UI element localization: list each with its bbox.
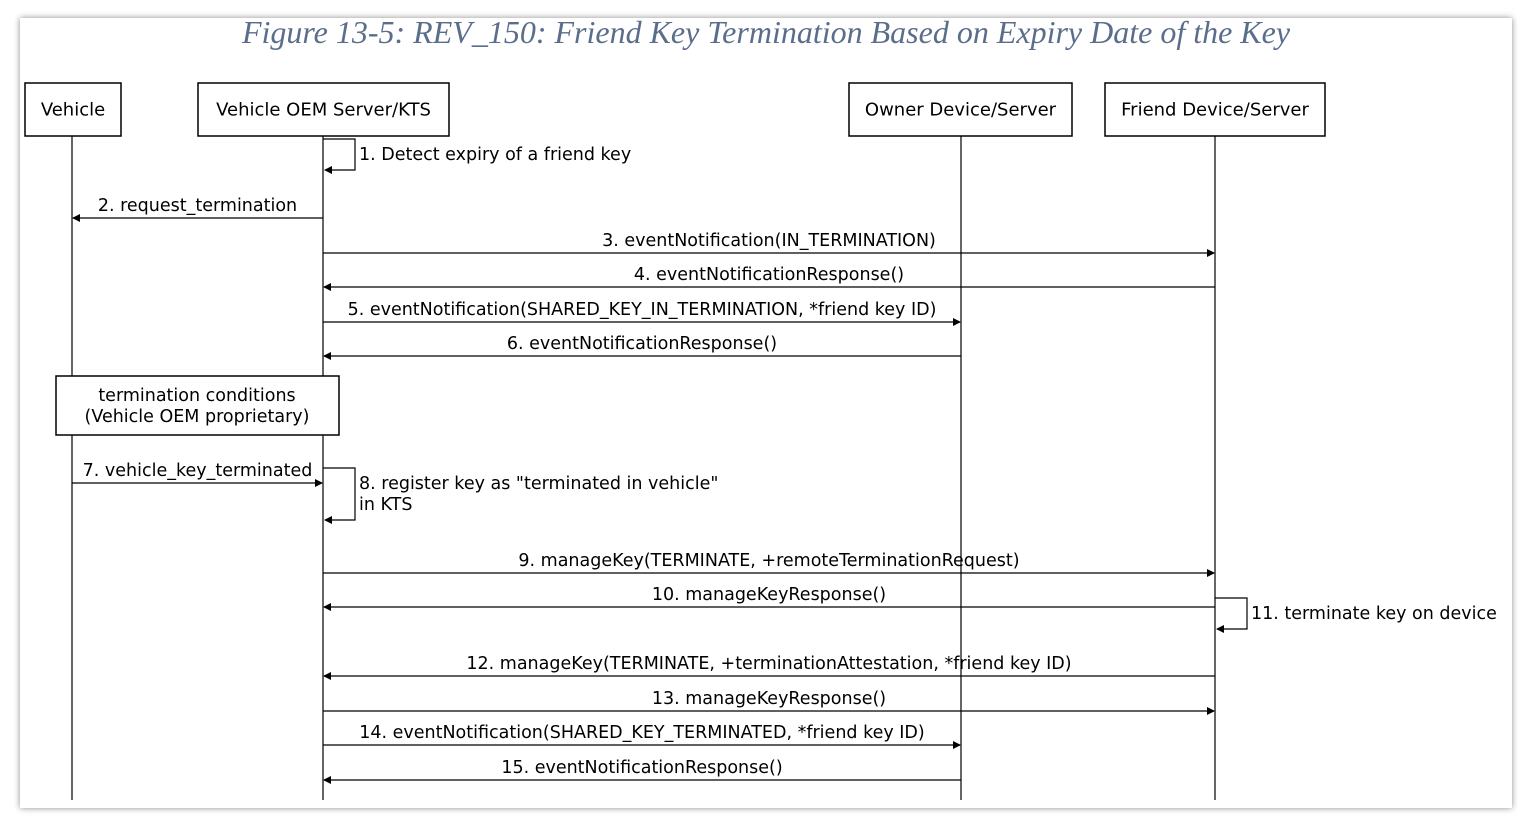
message-label: 3. eventNotification(IN_TERMINATION) xyxy=(602,231,936,251)
self-message-arrow xyxy=(323,467,356,524)
message-label: 1. Detect expiry of a friend key xyxy=(359,145,631,165)
participant-label-friend: Friend Device/Server xyxy=(1121,100,1309,121)
message-label: 12. manageKey(TERMINATE, +terminationAtt… xyxy=(466,654,1071,674)
message-label: 8. register key as "terminated in vehicl… xyxy=(359,474,718,494)
message-label: 5. eventNotification(SHARED_KEY_IN_TERMI… xyxy=(348,300,937,320)
sequence-diagram: Vehicle Vehicle OEM Server/KTS Owner Devic… xyxy=(24,82,1497,800)
message-label: 6. eventNotificationResponse() xyxy=(507,334,777,354)
message-label: 14. eventNotification(SHARED_KEY_TERMINA… xyxy=(359,723,925,743)
message-label: 10. manageKeyResponse() xyxy=(652,585,886,605)
message-label: 7. vehicle_key_terminated xyxy=(83,461,313,481)
message-label: 15. eventNotificationResponse() xyxy=(501,758,782,778)
note-line: (Vehicle OEM proprietary) xyxy=(85,407,310,427)
self-message-arrow xyxy=(1215,597,1248,633)
participant-label-owner: Owner Device/Server xyxy=(865,100,1057,121)
note-line: termination conditions xyxy=(98,386,295,406)
message-label: 11. terminate key on device xyxy=(1251,604,1497,624)
message-label: 2. request_termination xyxy=(98,196,297,216)
message-label: 9. manageKey(TERMINATE, +remoteTerminati… xyxy=(518,551,1019,571)
participant-label-vehicle: Vehicle xyxy=(41,100,105,121)
message-label: 4. eventNotificationResponse() xyxy=(634,265,904,285)
self-message-arrow xyxy=(323,138,356,174)
message-label: in KTS xyxy=(359,495,412,515)
message-label: 13. manageKeyResponse() xyxy=(652,689,886,709)
participant-label-oem: Vehicle OEM Server/KTS xyxy=(216,100,431,121)
